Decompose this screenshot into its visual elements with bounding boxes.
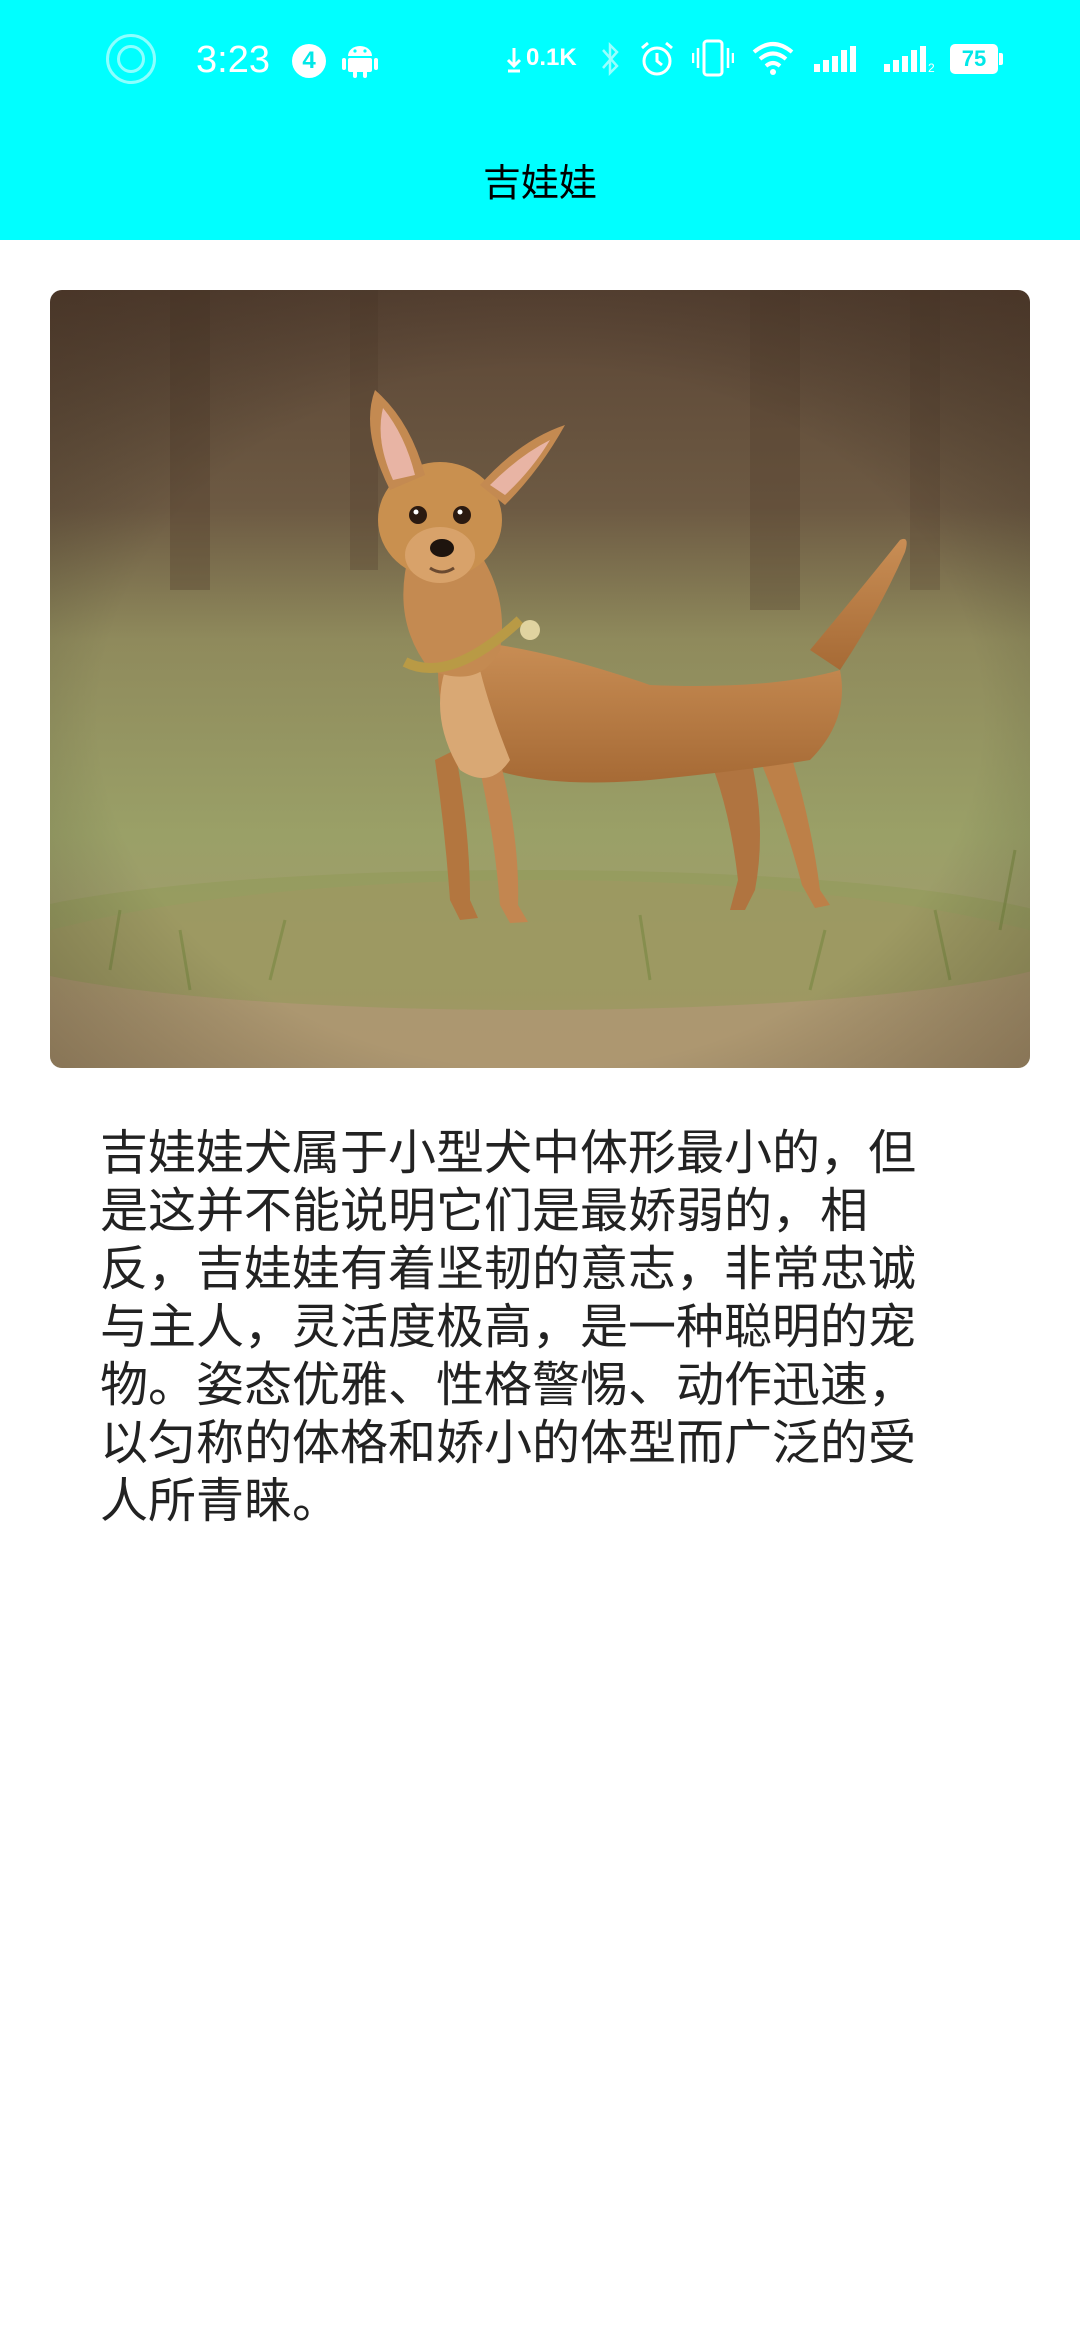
ring-icon <box>106 34 156 84</box>
svg-text:2: 2 <box>928 61 935 74</box>
alarm-icon <box>641 41 673 76</box>
signal-icon <box>814 46 856 72</box>
chihuahua-image <box>50 290 1030 1068</box>
net-speed: 0.1K <box>526 44 577 71</box>
description-text: 吉娃娃犬属于小型犬中体形最小的，但是这并不能说明它们是最娇弱的，相反，吉娃娃有着… <box>100 1125 917 1529</box>
android-icon <box>342 46 378 78</box>
status-bar: 3:23 4 0.1K 2 75 <box>0 0 1080 120</box>
battery-icon: 75 <box>950 44 1003 74</box>
download-arrow-icon <box>506 48 522 73</box>
page-title: 吉娃娃 <box>482 161 597 205</box>
wifi-icon <box>752 42 794 75</box>
signal-2-icon: 2 <box>884 46 935 74</box>
bluetooth-icon <box>602 41 619 77</box>
app-header: 3:23 4 0.1K 2 75 吉娃娃 <box>0 0 1080 240</box>
dog-photo <box>50 290 1030 1068</box>
vibrate-icon <box>692 39 734 77</box>
status-time: 3:23 <box>196 39 270 81</box>
notification-count-badge: 4 <box>292 44 326 78</box>
